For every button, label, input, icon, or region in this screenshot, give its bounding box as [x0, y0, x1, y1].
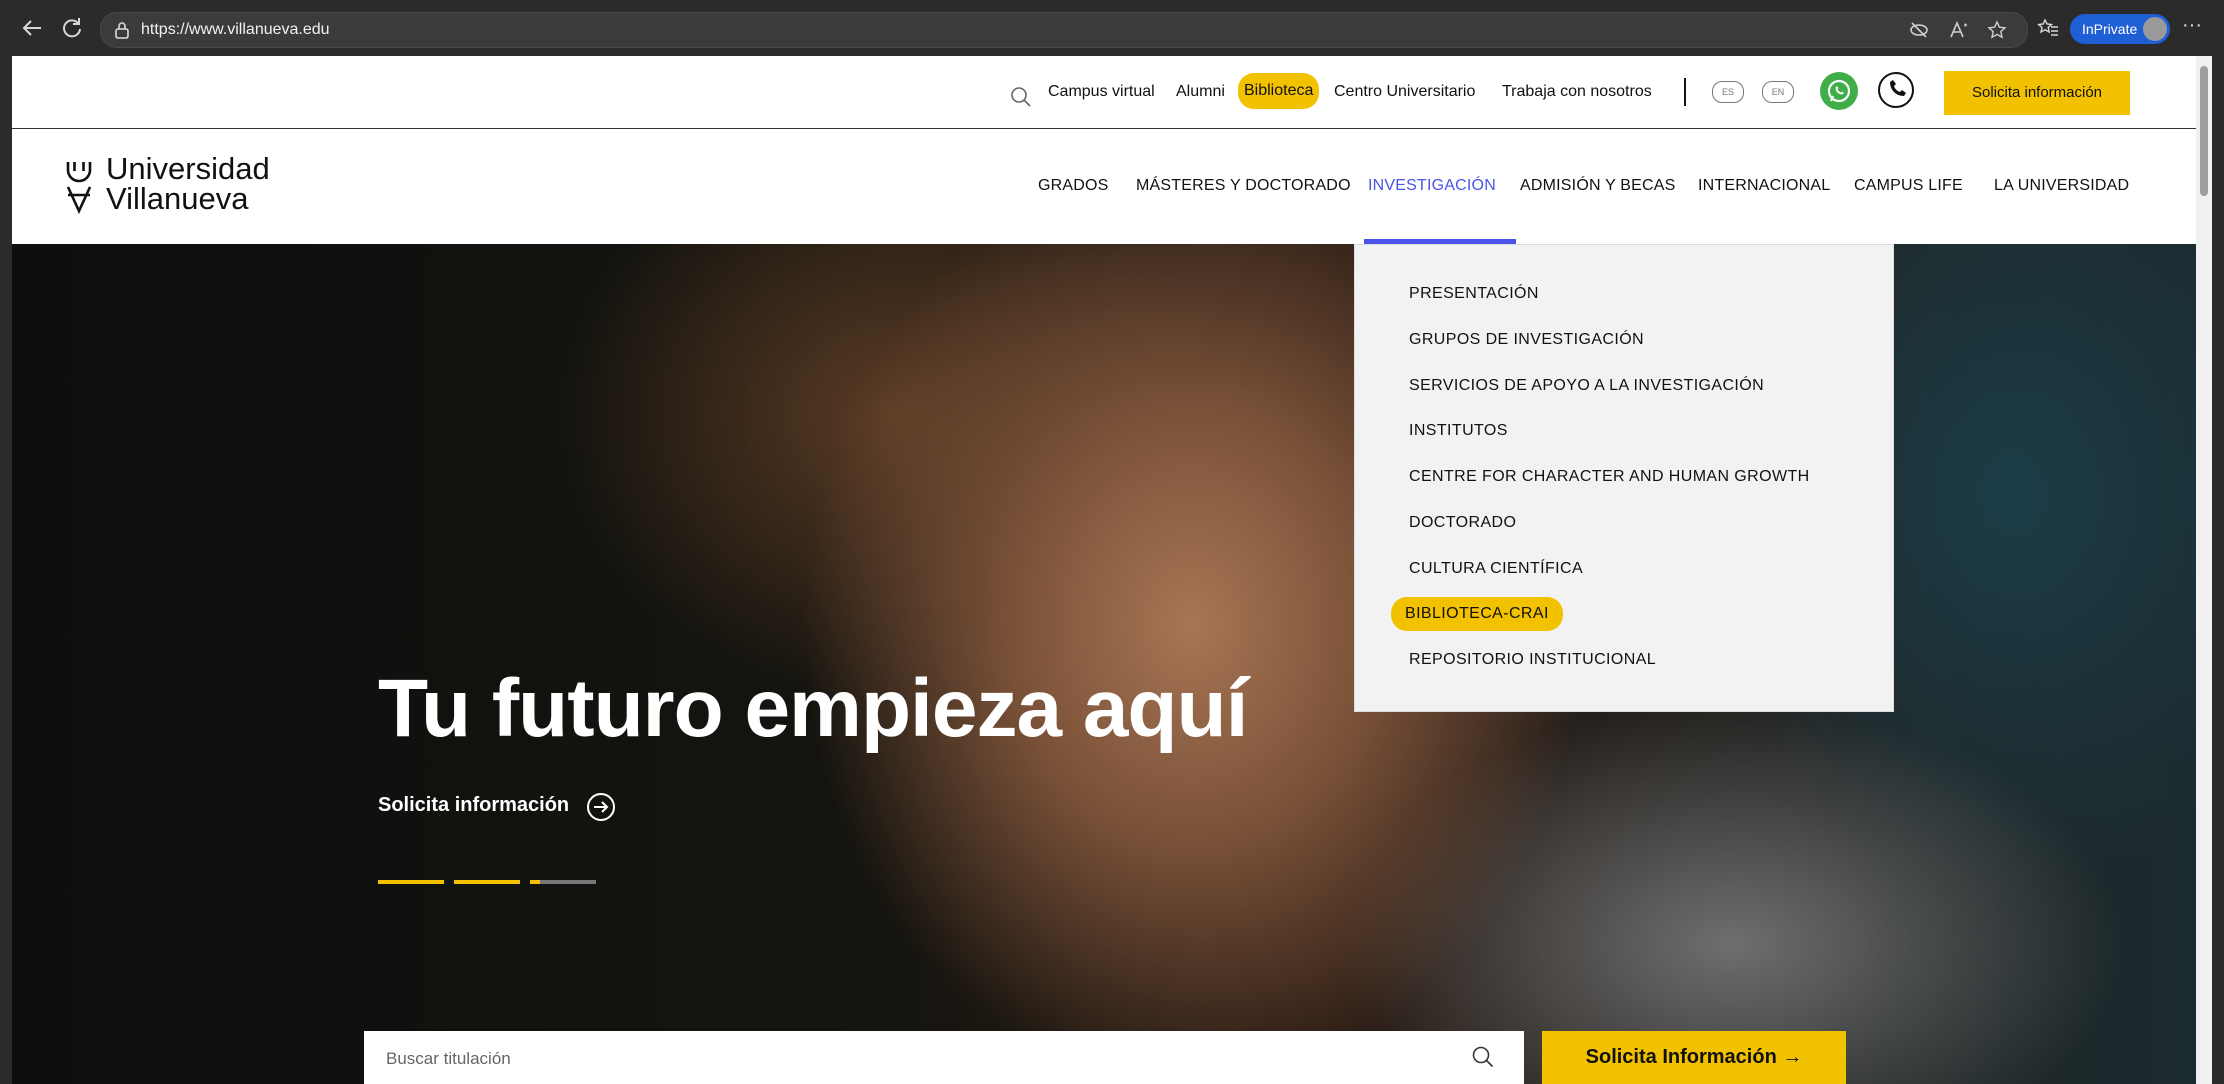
whatsapp-button[interactable] [1820, 72, 1858, 110]
slide-indicator-fill [378, 880, 444, 884]
program-search-input[interactable] [384, 1043, 1468, 1075]
back-icon [22, 20, 41, 36]
lang-es-button[interactable]: ES [1712, 81, 1744, 103]
refresh-button[interactable] [58, 14, 86, 42]
hero-request-info-link[interactable]: Solicita información [378, 794, 569, 817]
slide-indicator-fill [530, 880, 540, 884]
university-logo-icon[interactable] [65, 159, 93, 215]
favorite-icon[interactable] [1987, 20, 2007, 40]
read-aloud-icon[interactable] [1949, 20, 1969, 40]
profile-avatar [2143, 17, 2167, 41]
logo-line-1: Universidad [106, 151, 270, 186]
whatsapp-icon [1827, 79, 1851, 103]
program-search [364, 1031, 1524, 1084]
slide-indicator[interactable] [530, 880, 596, 884]
search-icon[interactable] [1010, 86, 1032, 108]
more-icon[interactable]: ··· [2182, 14, 2202, 37]
dropdown-item-repositorio[interactable]: REPOSITORIO INSTITUCIONAL [1409, 651, 1656, 669]
util-link-centro-universitario[interactable]: Centro Universitario [1334, 83, 1475, 101]
dropdown-item-doctorado[interactable]: DOCTORADO [1409, 514, 1516, 532]
logo-line-2: Villanueva [106, 181, 249, 216]
slide-indicator[interactable] [454, 880, 520, 884]
dropdown-item-institutos[interactable]: INSTITUTOS [1409, 422, 1508, 440]
window-edge [2212, 56, 2224, 1084]
dropdown-item-cultura[interactable]: CULTURA CIENTÍFICA [1409, 560, 1583, 578]
page-scrollbar[interactable] [2196, 56, 2212, 1084]
lang-en-button[interactable]: EN [1762, 81, 1794, 103]
phone-button[interactable] [1878, 72, 1914, 108]
util-request-info-button[interactable]: Solicita información [1944, 71, 2130, 115]
arrow-circle-icon[interactable] [586, 792, 616, 822]
back-button[interactable] [18, 14, 46, 42]
slide-indicator-fill [454, 880, 520, 884]
menu-item-grados[interactable]: GRADOS [1038, 177, 1109, 195]
divider [1684, 78, 1686, 106]
phone-icon [1890, 80, 1906, 96]
menu-item-investigacion[interactable]: INVESTIGACIÓN [1368, 177, 1496, 195]
tracking-icon[interactable] [1909, 20, 1929, 40]
address-bar[interactable]: https://www.villanueva.edu [100, 12, 2028, 48]
util-link-trabaja[interactable]: Trabaja con nosotros [1502, 83, 1652, 101]
hero-title: Tu futuro empieza aquí [378, 663, 1248, 754]
url-text[interactable]: https://www.villanueva.edu [141, 21, 330, 39]
menu-item-la-universidad[interactable]: LA UNIVERSIDAD [1994, 177, 2129, 195]
dropdown-item-biblioteca-crai[interactable]: BIBLIOTECA-CRAI [1391, 597, 1563, 631]
menu-item-admision[interactable]: ADMISIÓN Y BECAS [1520, 177, 1676, 195]
investigacion-dropdown: PRESENTACIÓN GRUPOS DE INVESTIGACIÓN SER… [1354, 244, 1894, 712]
util-link-campus-virtual[interactable]: Campus virtual [1048, 83, 1155, 101]
util-link-alumni[interactable]: Alumni [1176, 83, 1225, 101]
favorites-icon [2037, 18, 2058, 36]
browser-chrome: https://www.villanueva.edu InPrivate ··· [0, 0, 2224, 56]
util-link-biblioteca[interactable]: Biblioteca [1238, 73, 1320, 109]
dropdown-item-servicios[interactable]: SERVICIOS DE APOYO A LA INVESTIGACIÓN [1409, 377, 1764, 395]
dropdown-item-centre[interactable]: CENTRE FOR CHARACTER AND HUMAN GROWTH [1409, 468, 1810, 486]
lock-icon [115, 22, 129, 39]
menu-item-internacional[interactable]: INTERNACIONAL [1698, 177, 1830, 195]
dropdown-item-presentacion[interactable]: PRESENTACIÓN [1409, 285, 1539, 303]
menu-item-campus-life[interactable]: CAMPUS LIFE [1854, 177, 1963, 195]
favorites-button[interactable] [2034, 14, 2062, 42]
logo-text[interactable]: Universidad Villanueva [106, 151, 270, 216]
main-nav: Universidad Villanueva GRADOS MÁSTERES Y… [12, 129, 2196, 244]
web-page: Campus virtual Alumni Biblioteca Centro … [12, 56, 2196, 1084]
inprivate-badge[interactable]: InPrivate [2070, 14, 2170, 44]
refresh-icon [63, 18, 81, 38]
menu-item-masteres[interactable]: MÁSTERES Y DOCTORADO [1136, 177, 1351, 195]
inprivate-label: InPrivate [2082, 21, 2138, 37]
scrollbar-thumb[interactable] [2200, 66, 2208, 196]
search-icon[interactable] [1471, 1045, 1495, 1069]
utility-bar: Campus virtual Alumni Biblioteca Centro … [12, 56, 2196, 129]
dropdown-item-grupos[interactable]: GRUPOS DE INVESTIGACIÓN [1409, 331, 1644, 349]
bottom-request-info-button[interactable]: Solicita Información → [1542, 1031, 1846, 1084]
slide-indicator[interactable] [378, 880, 444, 884]
